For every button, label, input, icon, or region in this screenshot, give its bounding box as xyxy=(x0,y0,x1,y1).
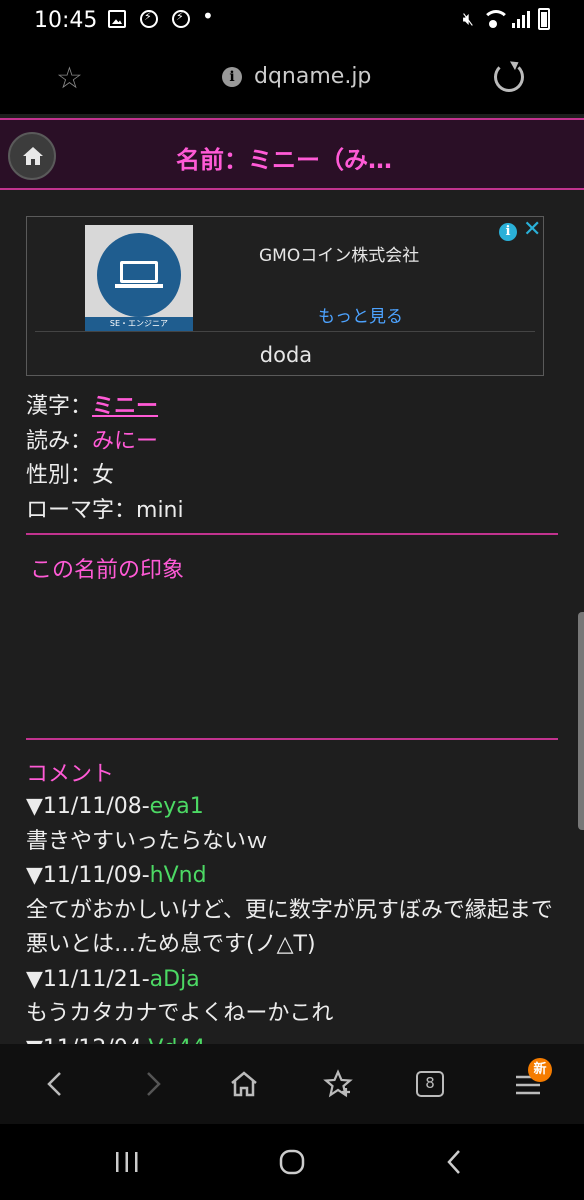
comment-text: 書きやすいったらないｗ xyxy=(26,828,269,854)
comment-marker: ▼ xyxy=(26,863,43,888)
bookmarks-icon[interactable] xyxy=(322,1068,354,1100)
home-button[interactable] xyxy=(8,132,56,180)
comment-user: hVnd xyxy=(149,863,207,888)
home-icon xyxy=(23,147,43,165)
comment-item: ▼11/12/04-Vd44 xyxy=(26,1032,556,1045)
gender-row: 性別：女 xyxy=(26,459,184,494)
comment-meta: ▼11/12/04-Vd44 xyxy=(26,1032,556,1045)
back-icon[interactable] xyxy=(40,1068,72,1100)
ad-divider xyxy=(35,331,535,332)
status-bar: 10:45 • 🔇︎ xyxy=(0,0,584,44)
system-nav-bar xyxy=(0,1124,584,1200)
address-bar[interactable]: i dqname.jp xyxy=(222,64,371,89)
romaji-label: ローマ字： xyxy=(26,497,137,523)
site-header: 名前：ミニー（み… xyxy=(0,118,584,190)
kanji-value-link[interactable]: ミニー xyxy=(92,394,158,419)
gallery-icon xyxy=(108,10,126,28)
section-divider xyxy=(26,738,558,740)
ad-close-icon[interactable]: ✕ xyxy=(523,219,541,241)
home-circle-icon[interactable] xyxy=(278,1148,306,1176)
messenger-icon xyxy=(140,10,158,28)
new-badge: 新 xyxy=(528,1058,552,1082)
comment-text: 全てがおかしいけど、更に数字が尻すぼみで縁起まで悪いとは…ため息です(ノ△T) xyxy=(26,897,553,958)
reading-value: みにー xyxy=(92,428,159,454)
comment-item: ▼11/11/08-eya1 書きやすいったらないｗ xyxy=(26,790,556,859)
page-content: 名前：ミニー（み… SE・エンジニア GMOコイン株式会社 i ✕ doda も… xyxy=(0,114,584,1044)
comment-marker: ▼ xyxy=(26,966,43,992)
romaji-row: ローマ字：mini xyxy=(26,494,184,529)
ad-info-icon[interactable]: i xyxy=(499,223,517,241)
ad-brand[interactable]: doda xyxy=(27,343,545,367)
comment-date: 11/12/04- xyxy=(43,1036,148,1045)
wifi-icon xyxy=(482,10,510,28)
reading-label: 読み： xyxy=(26,428,93,454)
ad-more-link[interactable]: もっと見る xyxy=(318,302,403,327)
name-info: 漢字：ミニー 読み：みにー 性別：女 ローマ字：mini xyxy=(26,390,184,528)
tabs-count: 8 xyxy=(425,1074,435,1092)
reading-row: 読み：みにー xyxy=(26,425,184,460)
romaji-value: mini xyxy=(136,497,184,523)
comment-list: ▼11/11/08-eya1 書きやすいったらないｗ ▼11/11/09-hVn… xyxy=(26,790,556,1044)
reload-icon[interactable] xyxy=(494,62,524,92)
home-icon[interactable] xyxy=(228,1068,260,1100)
info-icon[interactable]: i xyxy=(222,66,242,87)
ad-image[interactable]: SE・エンジニア xyxy=(85,225,193,331)
ad-illustration xyxy=(97,233,181,317)
section-divider xyxy=(26,533,558,535)
comment-meta: ▼11/11/21-aDja xyxy=(26,963,556,998)
more-notifications-dots: • xyxy=(202,4,215,28)
comment-user: Vd44 xyxy=(148,1036,205,1045)
status-time: 10:45 xyxy=(34,8,98,33)
page-title: 名前：ミニー（み… xyxy=(176,146,392,174)
status-indicators: 🔇︎ xyxy=(463,8,550,30)
back-chevron-icon[interactable] xyxy=(444,1148,464,1176)
comment-heading: コメント xyxy=(26,762,115,787)
browser-url-bar: ☆ i dqname.jp xyxy=(0,44,584,114)
tabs-icon: 8 xyxy=(416,1071,444,1097)
gender-label: 性別： xyxy=(26,463,93,488)
kanji-row: 漢字：ミニー xyxy=(26,390,184,425)
browser-bottom-bar: 8 新 xyxy=(0,1044,584,1124)
ad-company[interactable]: GMOコイン株式会社 xyxy=(259,241,419,266)
scroll-handle[interactable] xyxy=(578,612,584,830)
tabs-button[interactable]: 8 xyxy=(416,1068,448,1100)
comment-marker: ▼ xyxy=(26,794,43,819)
comment-meta: ▼11/11/08-eya1 xyxy=(26,790,556,825)
comment-meta: ▼11/11/09-hVnd xyxy=(26,859,556,894)
mute-icon: 🔇︎ xyxy=(462,8,474,30)
ad-image-caption: SE・エンジニア xyxy=(85,317,193,331)
star-icon[interactable]: ☆ xyxy=(56,64,83,94)
signal-icon xyxy=(512,10,530,28)
comment-item: ▼11/11/21-aDja もうカタカナでよくねーかこれ xyxy=(26,963,556,1032)
gender-value: 女 xyxy=(92,463,115,488)
messenger-icon xyxy=(172,10,190,28)
comment-item: ▼11/11/09-hVnd 全てがおかしいけど、更に数字が尻すぼみで縁起まで悪… xyxy=(26,859,556,963)
comment-user: aDja xyxy=(149,966,200,992)
comment-date: 11/11/09- xyxy=(42,863,150,888)
comment-date: 11/11/21- xyxy=(42,966,150,992)
recents-icon[interactable] xyxy=(114,1150,140,1174)
battery-icon xyxy=(538,8,550,30)
comment-user: eya1 xyxy=(149,794,204,819)
comment-date: 11/11/08- xyxy=(42,794,150,819)
forward-icon[interactable] xyxy=(136,1068,168,1100)
comment-text: もうカタカナでよくねーかこれ xyxy=(26,1001,334,1026)
url-text[interactable]: dqname.jp xyxy=(254,64,371,89)
impression-heading: この名前の印象 xyxy=(30,558,185,583)
kanji-label: 漢字： xyxy=(26,394,93,419)
laptop-icon xyxy=(115,261,163,288)
ad-banner[interactable]: SE・エンジニア GMOコイン株式会社 i ✕ doda xyxy=(26,216,544,376)
comment-marker: ▼ xyxy=(26,1036,43,1045)
